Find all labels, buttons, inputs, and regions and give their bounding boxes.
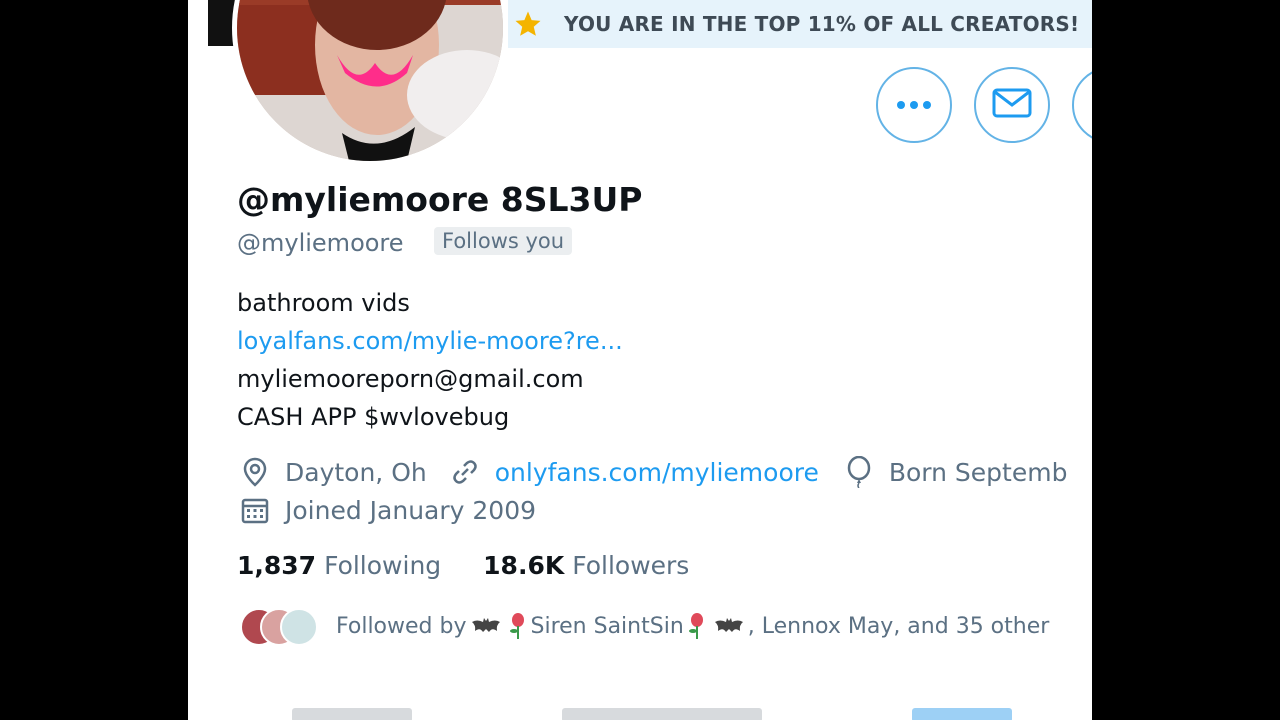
tab-replies[interactable] <box>562 708 762 720</box>
location-pin-icon <box>239 456 271 488</box>
rose-icon <box>509 612 527 640</box>
followers-link[interactable]: 18.6K Followers <box>483 551 689 580</box>
follower-avatars <box>240 608 320 646</box>
message-button[interactable] <box>974 67 1050 143</box>
bio-line: bathroom vids <box>237 289 410 317</box>
star-icon <box>512 8 544 40</box>
follower-name: Siren SaintSin <box>530 613 684 639</box>
bio-email: myliemooreporn@gmail.com <box>237 365 584 393</box>
followed-by-row[interactable]: Followed by Siren SaintSin , Lennox May,… <box>240 608 1050 646</box>
website-link[interactable]: onlyfans.com/myliemoore <box>495 458 819 487</box>
following-link[interactable]: 1,837 Following <box>237 551 441 580</box>
website[interactable]: onlyfans.com/myliemoore <box>449 456 819 488</box>
bio-cashapp: CASH APP $wvlovebug <box>237 403 510 431</box>
follows-you-badge: Follows you <box>434 227 573 255</box>
joined-row: Joined January 2009 <box>239 494 536 526</box>
location: Dayton, Oh <box>239 456 427 488</box>
profile-meta-row: Dayton, Oh onlyfans.com/myliemoore Born … <box>239 456 1067 488</box>
avatar <box>280 608 318 646</box>
following-count: 1,837 <box>237 551 317 580</box>
location-text: Dayton, Oh <box>285 457 427 487</box>
birthday-text: Born Septemb <box>888 457 1068 487</box>
profile-panel: YOU ARE IN THE TOP 11% OF ALL CREATORS! … <box>188 0 1092 720</box>
tab-media[interactable] <box>912 708 1012 720</box>
more-dots-icon <box>894 96 934 115</box>
creator-rank-banner: YOU ARE IN THE TOP 11% OF ALL CREATORS! <box>508 0 1092 48</box>
bat-icon <box>714 617 744 635</box>
followed-by-prefix: Followed by <box>336 613 467 639</box>
avatar[interactable] <box>232 0 508 166</box>
followers-count: 18.6K <box>483 551 565 580</box>
more-button[interactable] <box>876 67 952 143</box>
following-label: Following <box>324 551 442 580</box>
notify-button[interactable] <box>1072 67 1092 143</box>
user-handle: @myliemoore <box>237 229 404 257</box>
calendar-icon <box>239 494 271 526</box>
follow-stats: 1,837 Following 18.6K Followers <box>237 551 689 580</box>
followed-by-rest: , Lennox May, and 35 other <box>747 613 1050 639</box>
envelope-icon <box>992 87 1032 123</box>
display-name: @myliemoore 8SL3UP <box>237 180 643 219</box>
joined-text: Joined January 2009 <box>285 495 537 525</box>
birthday: Born Septemb <box>843 456 1068 488</box>
profile-tabs <box>292 708 1072 720</box>
rose-icon <box>688 612 706 640</box>
tab-tweets[interactable] <box>292 708 412 720</box>
balloon-icon <box>843 456 875 488</box>
bat-icon <box>471 617 501 635</box>
link-icon <box>449 456 481 488</box>
followers-label: Followers <box>572 551 690 580</box>
bio: bathroom vids loyalfans.com/mylie-moore?… <box>237 284 623 436</box>
banner-text: YOU ARE IN THE TOP 11% OF ALL CREATORS! <box>564 12 1080 36</box>
bio-link[interactable]: loyalfans.com/mylie-moore?re... <box>237 322 623 360</box>
